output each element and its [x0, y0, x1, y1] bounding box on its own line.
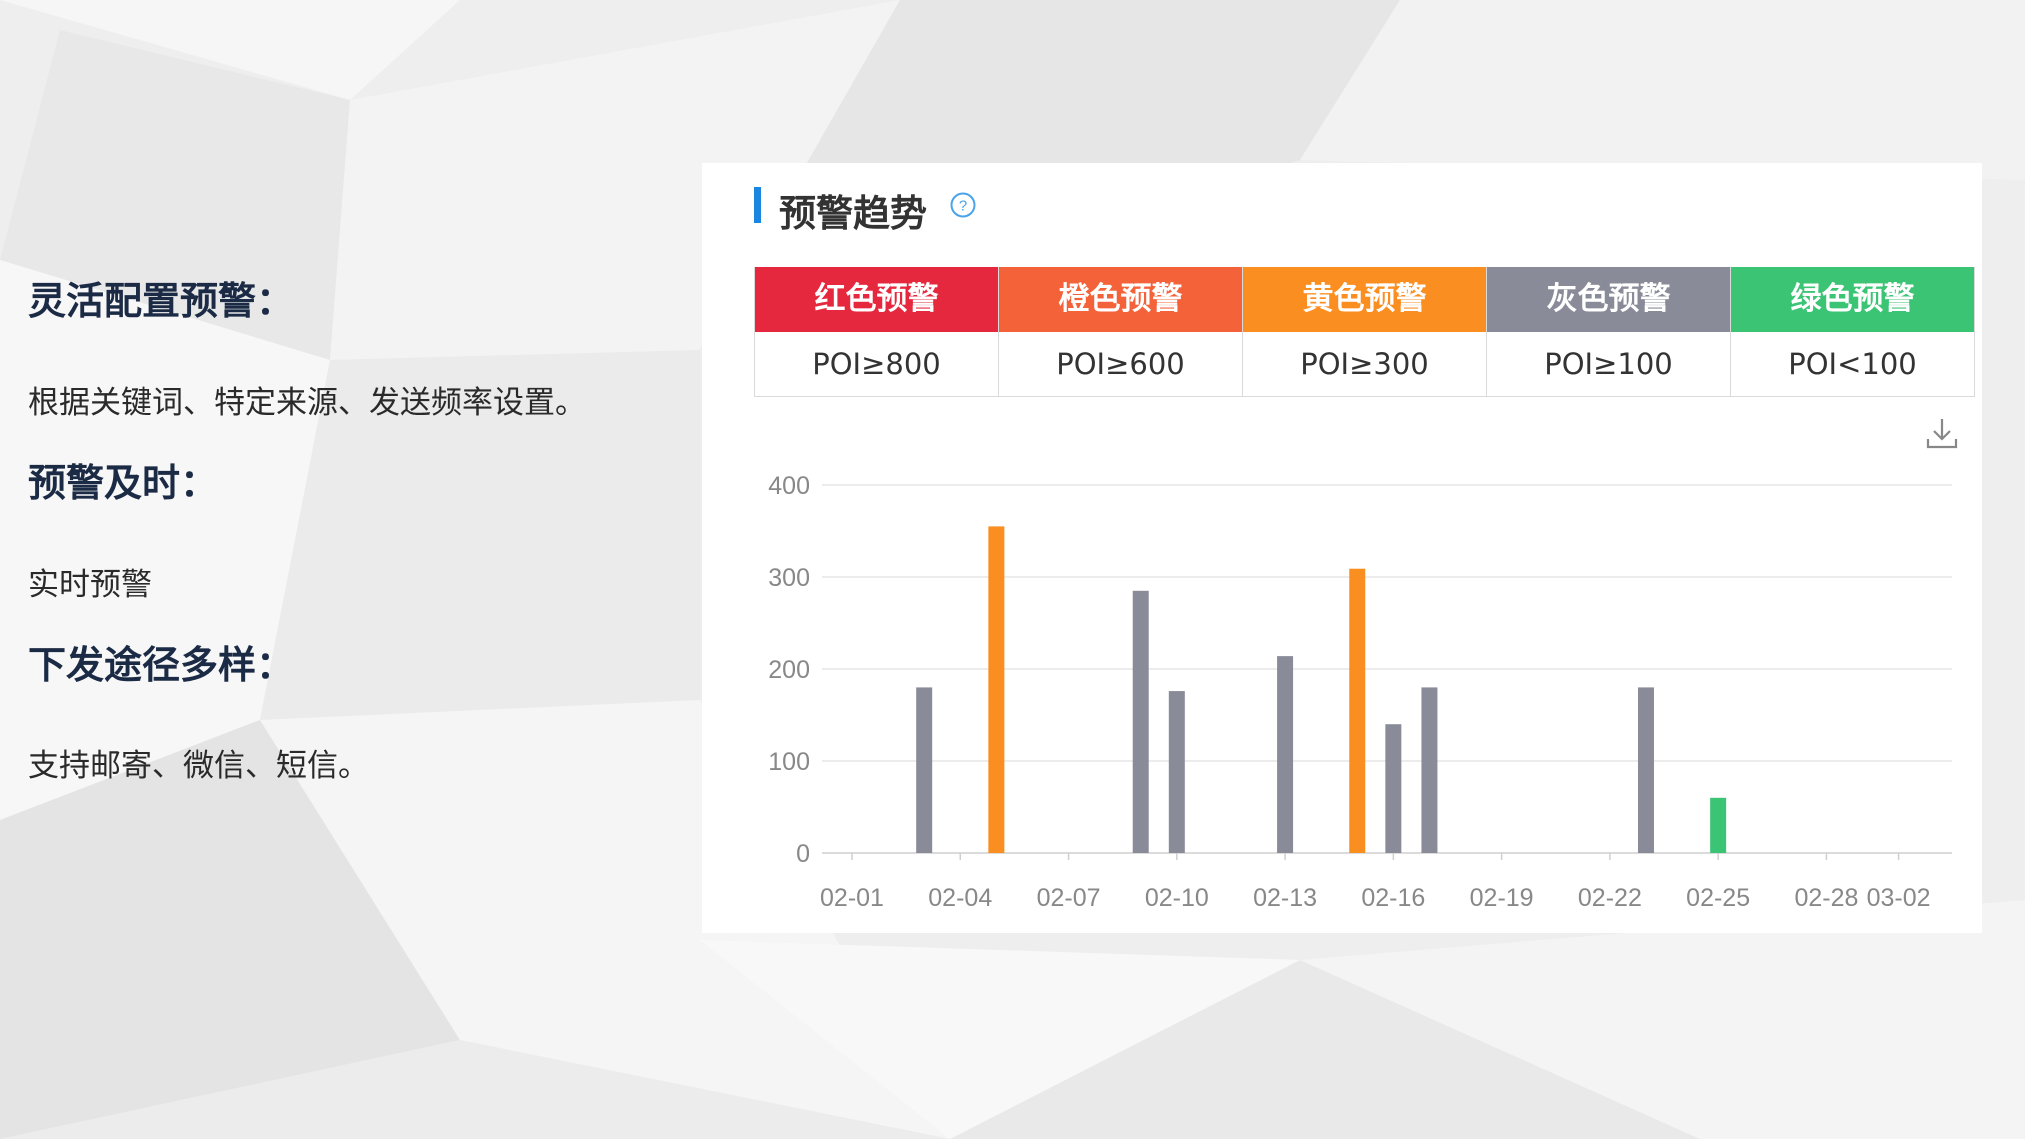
chart-bar	[1277, 656, 1294, 853]
x-tick-label: 02-22	[1578, 884, 1642, 912]
chart-bar	[916, 687, 933, 853]
chart-bar	[1421, 687, 1438, 853]
chart-bar	[1637, 687, 1654, 853]
warning-trend-card: 预警趋势 ? 红色预警 POI≥800 橙色预警 POI≥600 黄色预警 PO…	[702, 163, 1982, 933]
x-tick-label: 02-19	[1470, 884, 1534, 912]
x-tick-label: 02-13	[1253, 884, 1317, 912]
x-tick-label: 02-28	[1794, 884, 1858, 912]
chart-bar	[988, 526, 1005, 853]
x-tick-label: 02-01	[820, 884, 884, 912]
x-tick-label: 02-10	[1145, 884, 1209, 912]
section-heading-config: 灵活配置预警：	[28, 279, 295, 323]
x-tick-label: 02-04	[928, 884, 992, 912]
chart-bar	[1132, 590, 1149, 853]
y-tick-label: 100	[768, 748, 810, 776]
y-tick-label: 200	[768, 656, 810, 684]
section-text-timely: 实时预警	[28, 567, 152, 603]
y-tick-label: 0	[796, 840, 810, 868]
x-tick-label: 02-16	[1361, 884, 1425, 912]
section-text-channels: 支持邮寄、微信、短信。	[28, 748, 369, 784]
section-text-config: 根据关键词、特定来源、发送频率设置。	[28, 385, 586, 421]
chart-bar	[1710, 797, 1727, 853]
x-tick-label: 03-02	[1867, 884, 1931, 912]
chart-bar	[1168, 691, 1185, 853]
x-tick-label: 02-07	[1037, 884, 1101, 912]
chart-bar	[1385, 724, 1402, 853]
section-heading-channels: 下发途径多样：	[28, 643, 295, 687]
section-heading-timely: 预警及时：	[28, 461, 219, 505]
chart-bar	[1349, 568, 1366, 853]
y-tick-label: 300	[768, 564, 810, 592]
y-tick-label: 400	[768, 472, 810, 500]
warning-trend-chart: 0 100 200 300 400 02-01 02-04 02-07 02-10 02-13 02…	[768, 472, 1952, 912]
x-tick-label: 02-25	[1686, 884, 1750, 912]
